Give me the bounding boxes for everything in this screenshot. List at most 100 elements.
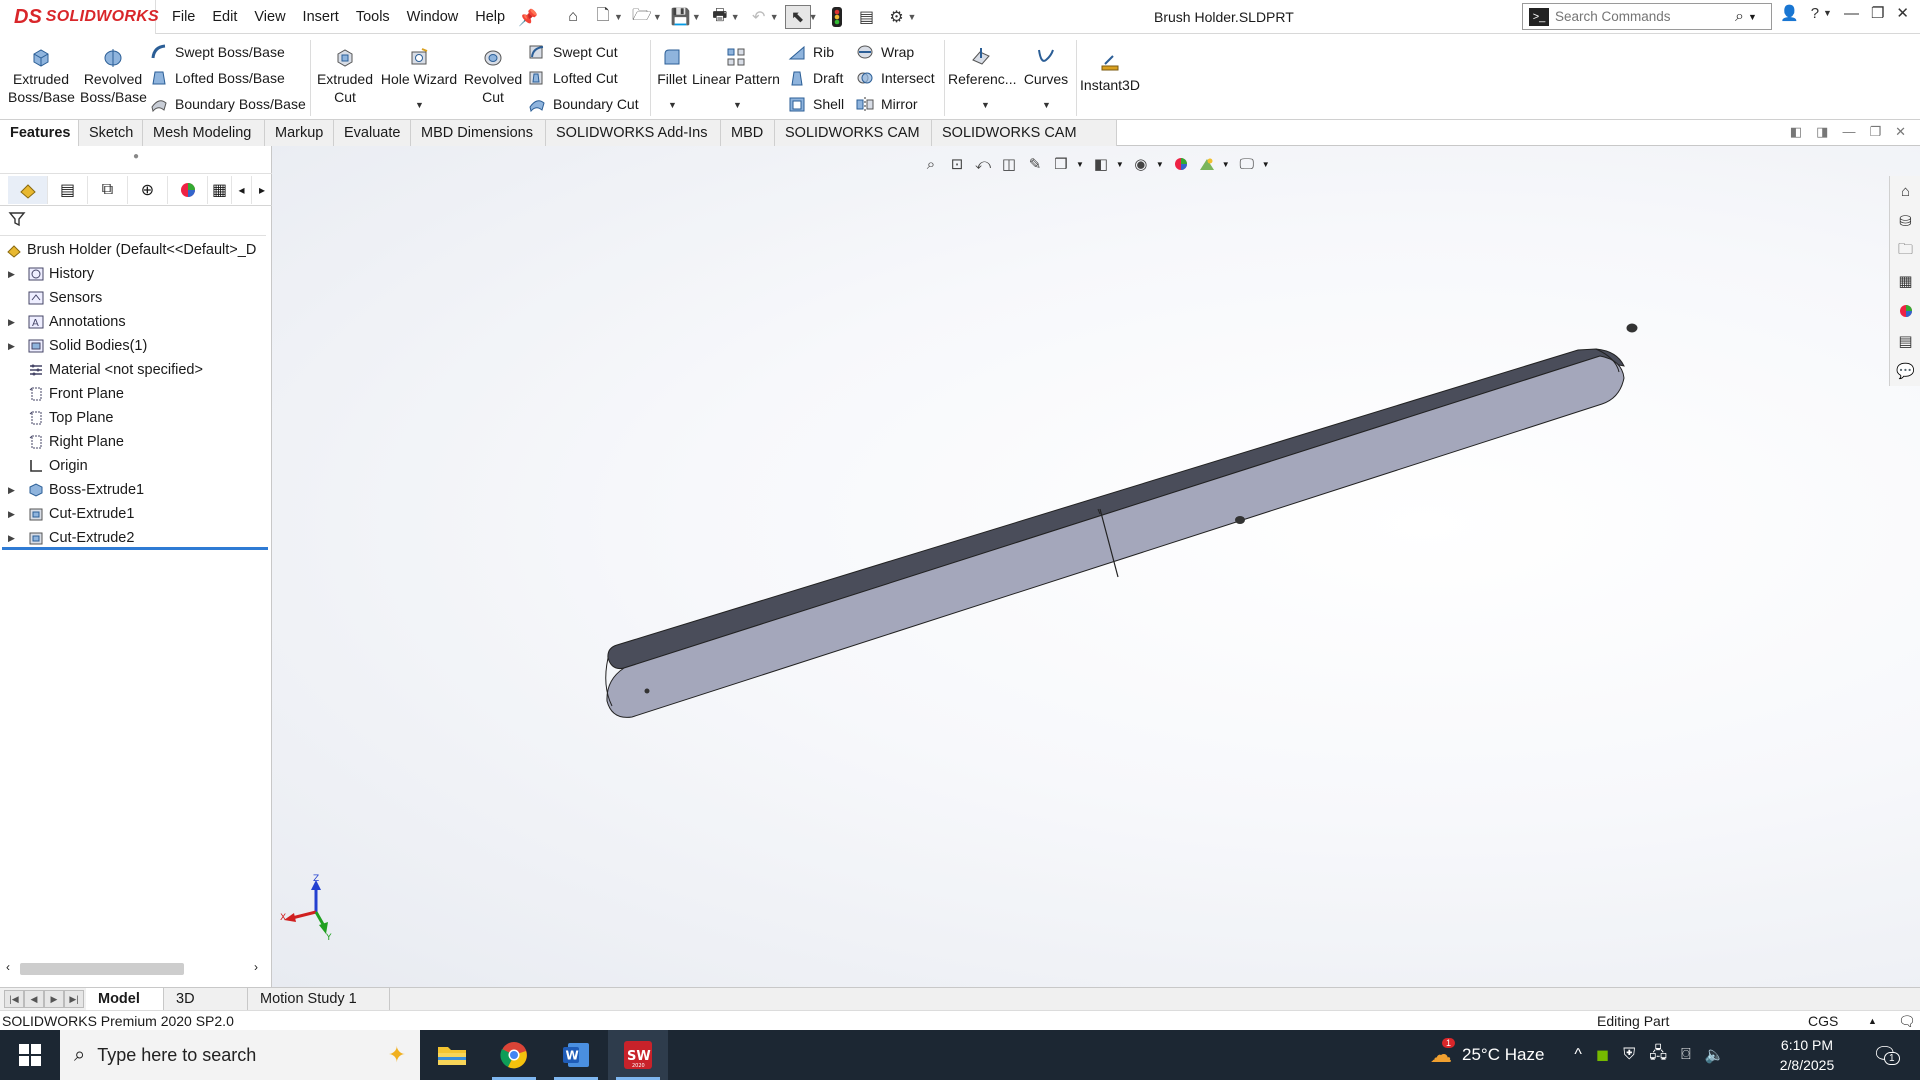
appearances-scenes-icon[interactable] [1890,296,1920,326]
boundary-cut-button[interactable]: Boundary Cut [528,94,639,114]
lofted-boss-button[interactable]: Lofted Boss/Base [150,68,285,88]
solidworks-taskbar-icon[interactable]: SW 2020 [608,1030,668,1080]
chrome-taskbar-icon[interactable] [484,1030,544,1080]
extruded-cut-button[interactable]: Extruded Cut [314,46,376,106]
word-taskbar-icon[interactable]: W [546,1030,606,1080]
curves-button[interactable]: Curves [1018,46,1074,88]
feature-manager-tab-icon[interactable] [8,175,48,204]
tree-item-top-plane[interactable]: Top Plane [0,406,272,430]
tree-item-origin[interactable]: Origin [0,454,272,478]
expand-arrow-icon[interactable]: ▶ [8,262,15,286]
open-dropdown-icon[interactable]: ▼ [653,12,662,22]
menu-window[interactable]: Window [407,9,459,25]
tree-item-material[interactable]: Material <not specified> [0,358,272,382]
tree-item-right-plane[interactable]: Right Plane [0,430,272,454]
taskbar-clock[interactable]: 6:10 PM 2/8/2025 [1762,1035,1852,1075]
expand-arrow-icon[interactable]: ▶ [8,310,15,334]
intersect-button[interactable]: Intersect [856,68,935,88]
design-library-icon[interactable]: ⛁ [1890,206,1920,236]
extruded-boss-button[interactable]: Extruded Boss/Base [8,46,75,106]
lofted-cut-button[interactable]: Lofted Cut [528,68,618,88]
tree-horizontal-scrollbar[interactable]: ‹ › [0,958,272,978]
shell-button[interactable]: Shell [788,94,844,114]
scroll-left-icon[interactable]: ‹ [6,960,10,974]
start-button[interactable] [0,1030,60,1080]
menu-tools[interactable]: Tools [356,9,390,25]
tab-solidworks-cam[interactable]: SOLIDWORKS CAM [775,120,932,146]
expand-arrow-icon[interactable]: ▶ [8,478,15,502]
new-document-icon[interactable]: 🗋 [590,5,616,29]
menu-insert[interactable]: Insert [303,9,339,25]
configuration-manager-tab-icon[interactable]: ⧉ [88,175,128,204]
hole-right[interactable] [1626,323,1638,333]
doc-minimize-icon[interactable]: — [1842,124,1855,140]
tab-features[interactable]: Features [0,120,79,146]
solidworks-resources-home-icon[interactable]: ⌂ [1890,176,1920,206]
home-icon[interactable]: ⌂ [560,5,586,29]
quick-tips-icon[interactable]: 🗨 [1898,1011,1916,1031]
brush-holder-part-model[interactable] [272,146,1920,987]
reference-dropdown-icon[interactable]: ▼ [981,100,990,110]
print-dropdown-icon[interactable]: ▼ [731,12,740,22]
revolved-cut-button[interactable]: Revolved Cut [460,46,526,106]
volume-icon[interactable]: 🔈 [1705,1045,1725,1065]
solidworks-logo[interactable]: DS SOLIDWORKS [0,0,159,34]
tree-item-history[interactable]: ▶ History [0,262,272,286]
hole-wizard-button[interactable]: Hole Wizard [380,46,458,88]
prev-tab-icon[interactable]: ◀ [24,990,44,1008]
undo-dropdown-icon[interactable]: ▼ [770,12,779,22]
file-explorer-taskbar-icon[interactable] [422,1030,482,1080]
show-hidden-icons-icon[interactable]: ^ [1574,1046,1582,1064]
draft-button[interactable]: Draft [788,68,843,88]
hole-left[interactable] [644,688,650,694]
doc-restore-icon[interactable]: ❐ [1869,124,1881,140]
tab-evaluate[interactable]: Evaluate [334,120,411,146]
tab-mbd-dimensions[interactable]: MBD Dimensions [411,120,546,146]
tab-solidworks-add-ins[interactable]: SOLIDWORKS Add-Ins [546,120,721,146]
open-folder-icon[interactable]: 🗁 [629,5,655,29]
select-cursor-icon[interactable]: ⬉ [784,5,811,29]
print-icon[interactable]: 🖶 [707,5,733,29]
unit-system-selector[interactable]: CGS [1808,1011,1838,1031]
camera-icon[interactable]: ⌼ [1681,1046,1691,1064]
tree-item-cut-extrude1[interactable]: ▶ Cut-Extrude1 [0,502,272,526]
tile-right-icon[interactable]: ◨ [1816,124,1828,140]
menu-help[interactable]: Help [475,9,505,25]
tab-model[interactable]: Model [86,988,164,1011]
part-geometry[interactable] [605,323,1638,718]
tab-motion-study-1[interactable]: Motion Study 1 [248,988,390,1011]
taskbar-search-box[interactable]: ⌕ Type here to search ✦ [60,1030,420,1080]
tree-item-front-plane[interactable]: Front Plane [0,382,272,406]
tree-item-annotations[interactable]: ▶ A Annotations [0,310,272,334]
rib-button[interactable]: Rib [788,42,834,62]
weather-icon[interactable]: ☁ 1 [1430,1038,1456,1068]
menu-file[interactable]: File [172,9,195,25]
fillet-button[interactable]: Fillet [654,46,690,88]
menu-edit[interactable]: Edit [212,9,237,25]
linear-pattern-dropdown-icon[interactable]: ▼ [733,100,742,110]
restore-icon[interactable]: ❐ [1871,4,1884,22]
tree-item-boss-extrude1[interactable]: ▶ Boss-Extrude1 [0,478,272,502]
expand-arrow-icon[interactable]: ▶ [8,502,15,526]
user-account-icon[interactable]: 👤 [1780,4,1799,22]
help-icon[interactable]: ? [1811,5,1819,22]
tab-3d-views[interactable]: 3D Views [164,988,248,1029]
pin-menu-icon[interactable]: 📌 [518,8,538,28]
tab-mbd[interactable]: MBD [721,120,775,146]
revolved-boss-button[interactable]: Revolved Boss/Base [80,46,147,106]
close-icon[interactable]: ✕ [1896,4,1909,22]
swept-cut-button[interactable]: Swept Cut [528,42,618,62]
instant3d-button[interactable]: Instant3D [1078,52,1142,94]
new-dropdown-icon[interactable]: ▼ [614,12,623,22]
mirror-button[interactable]: Mirror [856,94,918,114]
tab-mesh-modeling[interactable]: Mesh Modeling [143,120,265,146]
search-commands-box[interactable]: >_ ⌕ ▼ [1522,3,1772,30]
rollback-bar[interactable] [2,547,268,550]
reference-geometry-button[interactable]: Referenc... [948,46,1016,88]
boundary-boss-button[interactable]: Boundary Boss/Base [150,94,306,114]
hole-wizard-dropdown-icon[interactable]: ▼ [415,100,424,110]
network-icon[interactable]: 🖧 [1649,1042,1667,1069]
first-tab-icon[interactable]: |◀ [4,990,24,1008]
next-tab-icon[interactable]: ▶ [44,990,64,1008]
dimxpert-manager-tab-icon[interactable]: ⊕ [128,175,168,204]
